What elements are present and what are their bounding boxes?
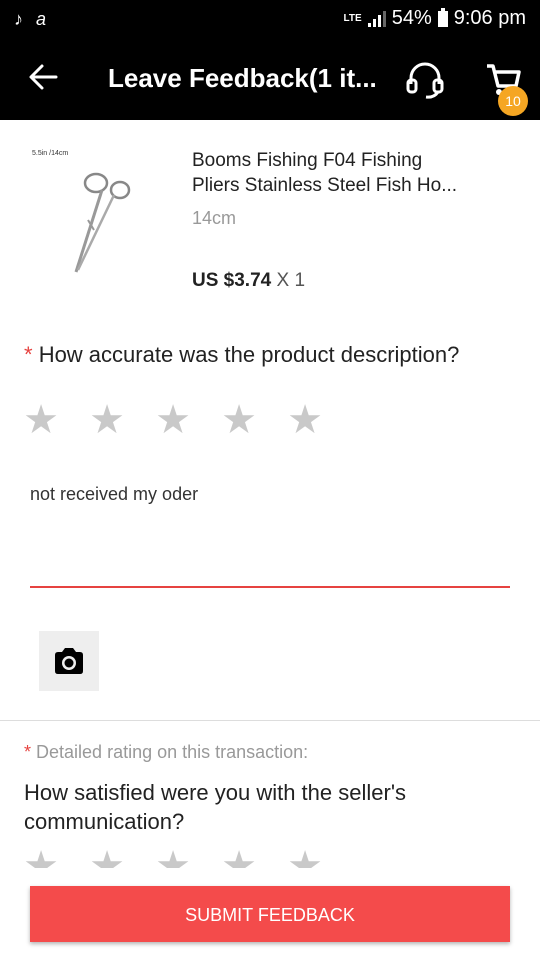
status-notification-icons: ♪ a: [14, 9, 46, 30]
pliers-icon: [74, 172, 131, 273]
product-variant: 14cm: [192, 208, 237, 228]
back-arrow-icon[interactable]: [26, 60, 60, 94]
star-1[interactable]: ★: [22, 846, 60, 868]
star-1[interactable]: ★: [22, 400, 60, 440]
cart-count-badge: 10: [498, 86, 528, 116]
star-5[interactable]: ★: [286, 400, 324, 440]
page-title: Leave Feedback(1 it...: [108, 63, 377, 93]
description-star-rating: ★ ★ ★ ★ ★: [22, 400, 324, 440]
submit-feedback-button[interactable]: SUBMIT FEEDBACK: [30, 886, 510, 942]
battery-icon: [437, 7, 448, 27]
star-3[interactable]: ★: [154, 846, 192, 868]
network-type: LTE: [343, 12, 362, 24]
detailed-rating-label-text: Detailed rating on this transaction:: [36, 742, 309, 762]
product-name-line2: Pliers Stainless Steel Fish Ho...: [192, 175, 458, 196]
add-photo-button[interactable]: [39, 631, 99, 691]
tiktok-icon: ♪: [14, 9, 23, 29]
status-right: LTE 54% 9:06 pm: [344, 7, 526, 30]
description-question: * How accurate was the product descripti…: [24, 342, 459, 368]
price-value: US $3.74: [192, 270, 272, 291]
signal-icon: [367, 10, 386, 27]
feedback-text-input[interactable]: not received my oder: [30, 484, 198, 505]
product-image: 5.5in /14cm: [30, 150, 140, 280]
app-bar: Leave Feedback(1 it... 10: [0, 38, 540, 120]
star-5[interactable]: ★: [286, 846, 324, 868]
required-mark: *: [24, 342, 33, 367]
product-name[interactable]: Booms Fishing F04 Fishing Pliers Stainle…: [192, 148, 512, 198]
headset-icon[interactable]: [404, 58, 446, 100]
star-2[interactable]: ★: [88, 846, 126, 868]
clock: 9:06 pm: [453, 7, 526, 29]
description-question-text: How accurate was the product description…: [38, 342, 460, 367]
product-price: US $3.74 X 1: [192, 270, 305, 292]
communication-question: How satisfied were you with the seller's…: [24, 780, 407, 834]
quantity: X 1: [271, 270, 306, 291]
product-summary: 5.5in /14cm Booms Fishing F04 Fishing Pl…: [0, 120, 540, 320]
input-underline: [30, 586, 510, 588]
star-4[interactable]: ★: [220, 400, 258, 440]
battery-percent: 54%: [391, 7, 432, 29]
detailed-rating-label: * Detailed rating on this transaction:: [24, 742, 308, 763]
star-3[interactable]: ★: [154, 400, 192, 440]
communication-star-rating: ★ ★ ★ ★ ★: [22, 846, 324, 868]
star-2[interactable]: ★: [88, 400, 126, 440]
star-4[interactable]: ★: [220, 846, 258, 868]
required-mark: *: [24, 742, 32, 762]
notification-icon: a: [36, 9, 47, 29]
status-bar: ♪ a LTE 54% 9:06 pm: [0, 0, 540, 38]
camera-icon: [55, 648, 83, 674]
section-divider: [0, 720, 540, 721]
product-name-line1: Booms Fishing F04 Fishing: [192, 150, 423, 171]
